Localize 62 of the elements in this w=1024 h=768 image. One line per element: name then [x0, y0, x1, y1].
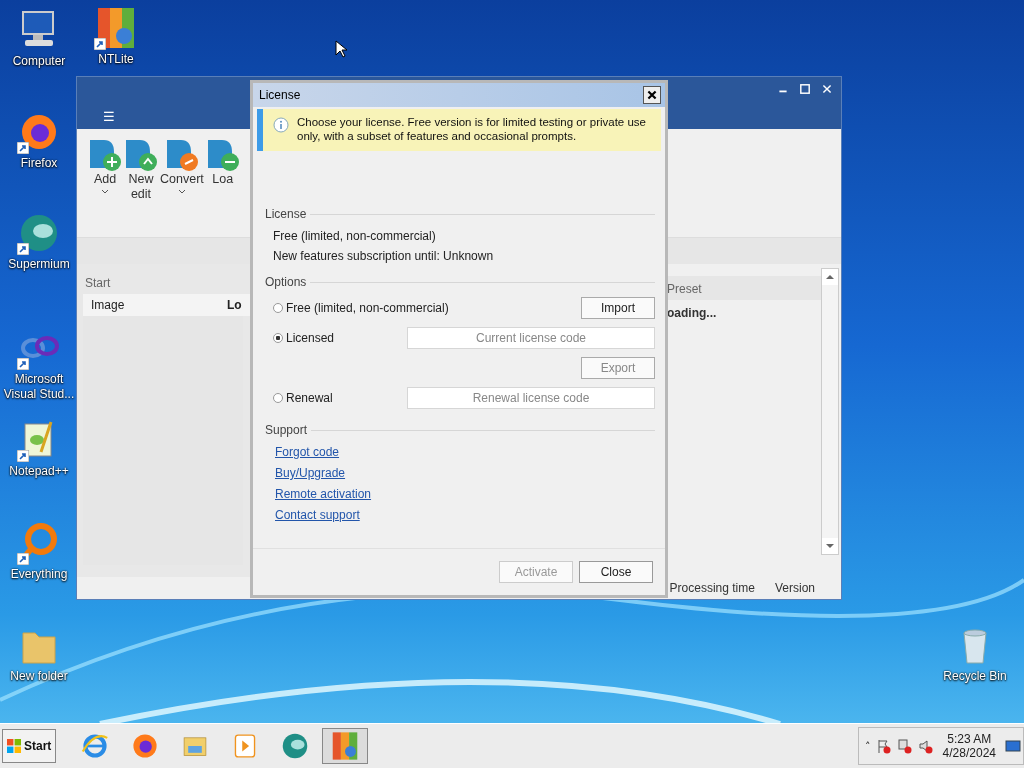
support-link[interactable]: Forgot code — [275, 445, 340, 459]
ribbon-button[interactable]: New edit — [123, 137, 159, 203]
start-button[interactable]: Start — [2, 729, 57, 763]
menu-button[interactable]: ☰ — [103, 109, 115, 124]
section-heading: License — [265, 207, 307, 221]
support-link[interactable]: Buy/Upgrade — [275, 466, 346, 480]
info-icon — [273, 117, 289, 133]
shortcut-arrow-icon — [94, 38, 106, 50]
close-icon[interactable] — [821, 83, 833, 95]
status-column-label: Version — [774, 581, 815, 595]
caret-icon — [177, 189, 186, 194]
option-button[interactable]: Import — [581, 297, 655, 319]
desktop-icon[interactable]: NTLite — [78, 6, 154, 67]
flag-icon[interactable] — [875, 738, 892, 754]
close-icon — [646, 89, 658, 101]
section-heading: Support — [265, 423, 308, 437]
dialog-title: License — [259, 88, 301, 102]
dialog-button[interactable]: Close — [579, 561, 653, 583]
document-icon — [164, 138, 199, 172]
taskbar-app-button[interactable] — [322, 728, 369, 764]
scrollbar[interactable] — [821, 268, 839, 555]
section-heading: Options — [265, 275, 307, 289]
column-header[interactable]: Image — [83, 298, 227, 312]
license-info-text: New features subscription until: Unknown — [273, 249, 495, 263]
maximize-icon[interactable] — [799, 83, 811, 95]
support-link[interactable]: Contact support — [275, 508, 360, 522]
mouse-pointer-icon — [335, 40, 347, 58]
shortcut-arrow-icon — [17, 450, 29, 462]
status-column-label: Processing time — [669, 581, 755, 595]
speaker-icon[interactable] — [917, 738, 934, 754]
shortcut-arrow-icon — [17, 142, 29, 154]
desktop-icon[interactable]: Microsoft Visual Stud... — [1, 326, 77, 402]
column-header[interactable]: Lo — [227, 298, 242, 312]
shortcut-arrow-icon — [17, 358, 29, 370]
network-icon[interactable] — [896, 738, 913, 754]
show-hidden-icons-button[interactable]: ˄ — [865, 739, 871, 753]
show-desktop-icon[interactable] — [1005, 739, 1021, 753]
shortcut-arrow-icon — [17, 243, 29, 255]
clock[interactable]: 5:23 AM 4/28/2024 — [942, 732, 996, 760]
caret-icon — [101, 189, 109, 194]
loading-text: oading... — [667, 305, 718, 320]
info-text: Choose your license. Free version is for limited testing or private use only, with a subset of features and occasional prompts. — [297, 115, 647, 143]
ribbon-button[interactable]: Convert — [159, 137, 205, 195]
desktop-icon[interactable]: Notepad++ — [1, 418, 77, 479]
section-label: Start — [85, 276, 112, 290]
desktop-icon[interactable]: Firefox — [1, 110, 77, 171]
license-radio[interactable]: Licensed — [273, 331, 335, 345]
document-icon — [88, 138, 122, 172]
ribbon-button[interactable]: Loa — [204, 137, 241, 188]
document-icon — [205, 138, 240, 172]
document-icon — [124, 138, 158, 172]
license-info-text: Free (limited, non-commercial) — [273, 229, 437, 243]
shortcut-arrow-icon — [17, 553, 29, 565]
close-button[interactable] — [643, 86, 661, 104]
ribbon-button[interactable]: Add — [87, 137, 123, 195]
license-radio[interactable]: Renewal — [273, 391, 333, 405]
desktop-icon[interactable]: Supermium — [1, 211, 77, 272]
windows-logo-icon — [7, 739, 21, 753]
desktop-icon[interactable]: Computer — [1, 8, 77, 69]
support-link[interactable]: Remote activation — [275, 487, 372, 501]
column-header[interactable]: Preset — [667, 276, 821, 300]
license-radio[interactable]: Free (limited, non-commercial) — [273, 301, 449, 315]
